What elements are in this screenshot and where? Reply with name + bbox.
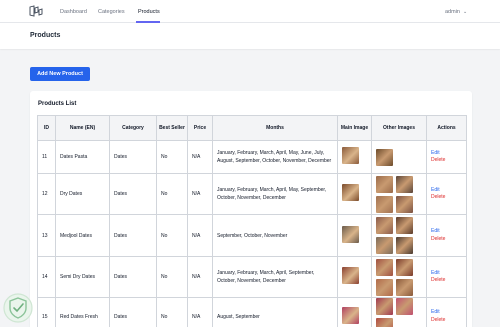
delete-link[interactable]: Delete [431,157,462,165]
column-header[interactable]: Name (EN) [55,115,110,141]
row-months: January, February, March, April, May, Ju… [212,140,338,174]
other-images [376,217,422,254]
other-image[interactable] [396,195,413,213]
edit-link[interactable]: Edit [431,187,462,195]
delete-link[interactable]: Delete [431,194,462,202]
other-image[interactable] [396,237,413,254]
other-images [376,175,422,213]
row-months: August, September [212,297,338,327]
main-image[interactable] [342,306,359,324]
main-image[interactable] [342,267,359,284]
other-image[interactable] [396,175,413,193]
delete-link[interactable]: Delete [431,277,462,285]
other-image[interactable] [376,278,393,296]
row-name: Dates Pasta [55,140,110,174]
row-best-seller: No [156,173,188,215]
row-id: 13 [37,214,56,257]
row-price: N/A [187,173,213,215]
user-menu[interactable]: admin ⌄ [445,9,467,15]
products-table: ID Name (EN) Category Best Seller Price … [37,115,467,327]
column-header[interactable]: Best Seller [156,115,188,141]
column-header[interactable]: Other Images [371,115,427,141]
other-image[interactable] [376,217,393,234]
row-category: Dates [109,140,157,174]
column-header[interactable]: Category [109,115,157,141]
row-best-seller: No [156,297,188,327]
other-image[interactable] [376,195,393,213]
row-category: Dates [109,173,157,215]
other-image[interactable] [376,175,393,193]
page-title: Products [30,32,61,39]
edit-link[interactable]: Edit [431,270,462,278]
row-price: N/A [187,214,213,257]
other-image[interactable] [396,278,413,296]
row-id: 12 [37,173,56,215]
products-list-card: Products List ID Name (EN) Category Best… [30,91,472,327]
row-category: Dates [109,297,157,327]
other-images [376,298,422,327]
table-row: 12 Dry Dates Dates No N/A January, Febru… [37,173,467,215]
delete-link[interactable]: Delete [431,236,462,244]
page-header: Products [0,23,500,49]
edit-link[interactable]: Edit [431,228,462,236]
row-price: N/A [187,256,213,298]
row-months: September, October, November [212,214,338,257]
products-list-title: Products List [38,101,77,107]
table-row: 13 Medjool Dates Dates No N/A September,… [37,214,467,257]
other-image[interactable] [376,237,393,254]
column-header[interactable]: Actions [426,115,467,141]
main-image[interactable] [342,184,359,201]
other-images [376,148,422,166]
nav-link-categories[interactable]: Categories [98,9,125,15]
row-name: Medjool Dates [55,214,110,257]
table-row: 14 Semi Dry Dates Dates No N/A January, … [37,256,467,298]
row-name: Red Dates Fresh [55,297,110,327]
row-best-seller: No [156,214,188,257]
main-image[interactable] [342,225,359,243]
nav-link-products[interactable]: Products [138,9,160,15]
row-id: 11 [37,140,56,174]
other-image[interactable] [396,217,413,234]
row-id: 14 [37,256,56,298]
row-category: Dates [109,256,157,298]
user-name: admin [445,9,460,15]
table-header-row: ID Name (EN) Category Best Seller Price … [37,115,467,141]
row-name: Semi Dry Dates [55,256,110,298]
row-name: Dry Dates [55,173,110,215]
table-row: 11 Dates Pasta Dates No N/A January, Feb… [37,140,467,174]
row-price: N/A [187,140,213,174]
row-category: Dates [109,214,157,257]
add-new-product-button[interactable]: Add New Product [30,67,90,81]
row-months: January, February, March, April, Septemb… [212,256,338,298]
table-row: 15 Red Dates Fresh Dates No N/A August, … [37,297,467,327]
row-price: N/A [187,297,213,327]
edit-link[interactable]: Edit [431,150,462,158]
chevron-down-icon: ⌄ [462,9,468,15]
row-best-seller: No [156,140,188,174]
other-images [376,258,422,296]
column-header[interactable]: Months [212,115,338,141]
column-header[interactable]: Main Image [337,115,372,141]
main-image[interactable] [342,147,359,164]
column-header[interactable]: ID [37,115,56,141]
verified-shield-icon [3,293,33,323]
app-logo-icon[interactable] [29,5,43,18]
other-image[interactable] [376,258,393,276]
row-best-seller: No [156,256,188,298]
column-header[interactable]: Price [187,115,213,141]
other-image[interactable] [396,258,413,276]
other-image[interactable] [396,298,413,315]
other-image[interactable] [376,318,393,327]
row-months: January, February, March, April, May, Se… [212,173,338,215]
other-image[interactable] [376,148,393,166]
edit-link[interactable]: Edit [431,309,462,317]
top-navigation: Dashboard Categories Products admin ⌄ [0,0,500,23]
row-id: 15 [37,297,56,327]
nav-link-dashboard[interactable]: Dashboard [60,9,87,15]
other-image[interactable] [376,298,393,315]
delete-link[interactable]: Delete [431,317,462,325]
